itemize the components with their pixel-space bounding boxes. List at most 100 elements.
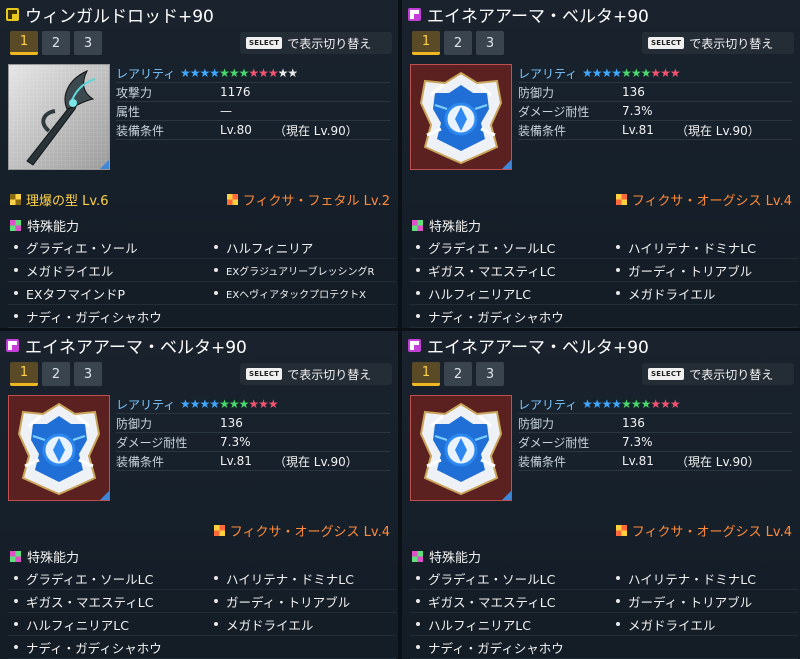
affix-line: フィクサ・オーグシス Lv.4 xyxy=(412,190,792,209)
tab-1[interactable]: 1 xyxy=(10,31,38,55)
tab-1[interactable]: 1 xyxy=(412,362,440,386)
display-toggle-hint[interactable]: SELECT で表示切り替え xyxy=(642,363,794,385)
tab-3[interactable]: 3 xyxy=(74,362,102,386)
bullet-icon xyxy=(14,314,18,318)
rarity-star-icon: ★ xyxy=(611,66,622,80)
stat-value: 7.3% xyxy=(220,435,251,449)
tab-2[interactable]: 2 xyxy=(444,31,472,55)
rarity-star-icon: ★ xyxy=(640,397,652,411)
ability-name: ハイリテナ・ドミナLC xyxy=(628,240,756,256)
bullet-icon xyxy=(214,245,218,249)
ability-item: ナディ・ガディシャホウ xyxy=(8,636,208,659)
ability-item: ギガス・マエスティLC xyxy=(8,590,208,613)
ability-item xyxy=(610,305,798,328)
stat-row: ダメージ耐性 7.3% xyxy=(518,433,792,452)
select-key-icon: SELECT xyxy=(648,37,685,49)
affix-icon xyxy=(615,194,627,205)
ability-list: グラディエ・ソール ハルフィニリア メガドライエル EXグラジュアリーブレッシングR E… xyxy=(8,236,396,328)
ability-item: ガーディ・トリアブル xyxy=(610,590,798,613)
ability-name: ガーディ・トリアブル xyxy=(226,594,351,610)
ability-item: ガーディ・トリアブル xyxy=(610,259,798,282)
rarity-star-icon: ★ xyxy=(582,66,593,80)
item-name: ウィンガルドロッド+90 xyxy=(25,6,214,27)
tab-2[interactable]: 2 xyxy=(42,362,70,386)
ability-item: EXグラジュアリーブレッシングR xyxy=(208,259,396,282)
current-level: （現在 Lv.90） xyxy=(675,454,760,469)
rarity-star-icon: ★ xyxy=(660,66,671,80)
page-tabs: 1 2 3 xyxy=(10,362,102,386)
rarity-star-icon: ★ xyxy=(650,66,661,80)
stat-row: 防御力 136 xyxy=(518,83,792,102)
rarity-stars: ★ ★ ★ ★ ★ ★ ★ ★ ★ ★ ★ ★ xyxy=(180,66,298,80)
ability-item xyxy=(208,305,396,328)
stat-value: 1176 xyxy=(220,85,251,99)
special-ability-icon xyxy=(412,551,423,562)
rarity-star-icon: ★ xyxy=(199,397,211,411)
affix-right: フィクサ・フェタル Lv.2 xyxy=(226,190,390,209)
item-name: エイネアアーマ・ベルタ+90 xyxy=(427,337,649,358)
rarity-star-icon: ★ xyxy=(258,397,269,411)
rarity-stars: ★ ★ ★ ★ ★ ★ ★ ★ ★ ★ xyxy=(582,66,681,80)
stat-row: 防御力 136 xyxy=(116,414,390,433)
select-key-icon: SELECT xyxy=(246,368,283,380)
tab-2[interactable]: 2 xyxy=(42,31,70,55)
rarity-row: レアリティ ★ ★ ★ ★ ★ ★ ★ ★ ★ ★ xyxy=(116,395,390,414)
rarity-star-icon: ★ xyxy=(591,66,603,80)
tab-3[interactable]: 3 xyxy=(476,31,504,55)
special-ability-icon xyxy=(10,220,21,231)
rarity-star-icon: ★ xyxy=(238,66,250,80)
display-toggle-hint[interactable]: SELECT で表示切り替え xyxy=(240,32,392,54)
stat-row: ダメージ耐性 7.3% xyxy=(116,433,390,452)
ability-item: メガドライエル xyxy=(610,282,798,305)
page-tabs: 1 2 3 xyxy=(412,31,504,55)
ability-item: ハルフィニリア xyxy=(208,236,396,259)
bullet-icon xyxy=(14,576,18,580)
special-ability-label: 特殊能力 xyxy=(429,220,482,235)
bullet-icon xyxy=(214,576,218,580)
stat-value: Lv.80 xyxy=(220,123,252,137)
armor-category-icon xyxy=(408,338,421,352)
tab-1[interactable]: 1 xyxy=(412,31,440,55)
tab-1[interactable]: 1 xyxy=(10,362,38,386)
bullet-icon xyxy=(14,291,18,295)
rarity-star-icon: ★ xyxy=(209,66,220,80)
bullet-icon xyxy=(416,268,420,272)
stat-value: Lv.81 xyxy=(622,454,654,468)
display-toggle-hint[interactable]: SELECT で表示切り替え xyxy=(642,32,794,54)
stat-row: 装備条件 Lv.81 （現在 Lv.90） xyxy=(518,121,792,140)
ability-name: ギガス・マエスティLC xyxy=(428,263,556,279)
bullet-icon xyxy=(214,268,218,272)
rarity-label: レアリティ xyxy=(116,397,176,412)
ability-item: ナディ・ガディシャホウ xyxy=(410,305,610,328)
display-toggle-hint[interactable]: SELECT で表示切り替え xyxy=(240,363,392,385)
display-toggle-label: で表示切り替え xyxy=(287,367,372,382)
rarity-star-icon: ★ xyxy=(640,66,652,80)
ability-name: EXタフマインドP xyxy=(26,286,125,302)
stat-row: 攻撃力 1176 xyxy=(116,83,390,102)
stat-label: 防御力 xyxy=(518,416,555,431)
rarity-star-icon: ★ xyxy=(277,66,289,80)
rarity-star-icon: ★ xyxy=(180,397,191,411)
stat-value: Lv.81 xyxy=(220,454,252,468)
tab-2[interactable]: 2 xyxy=(444,362,472,386)
item-title: ウィンガルドロッド+90 xyxy=(6,3,214,27)
bullet-icon xyxy=(616,622,620,626)
bullet-icon xyxy=(14,599,18,603)
rarity-star-icon: ★ xyxy=(669,66,681,80)
display-toggle-label: で表示切り替え xyxy=(689,367,774,382)
item-title: エイネアアーマ・ベルタ+90 xyxy=(6,334,247,358)
rarity-stars: ★ ★ ★ ★ ★ ★ ★ ★ ★ ★ xyxy=(582,397,681,411)
rarity-star-icon: ★ xyxy=(248,397,259,411)
tab-3[interactable]: 3 xyxy=(74,31,102,55)
stat-value: 7.3% xyxy=(622,435,653,449)
ability-name: ハルフィニリアLC xyxy=(428,617,531,633)
armor-image xyxy=(419,71,503,165)
rarity-star-icon: ★ xyxy=(180,66,191,80)
ability-item: ハルフィニリアLC xyxy=(410,282,610,305)
tab-3[interactable]: 3 xyxy=(476,362,504,386)
affix-icon xyxy=(10,194,21,205)
affix-line: フィクサ・オーグシス Lv.4 xyxy=(412,521,792,540)
ability-name: ギガス・マエスティLC xyxy=(26,594,154,610)
stat-label: 防御力 xyxy=(116,416,153,431)
rarity-row: レアリティ ★ ★ ★ ★ ★ ★ ★ ★ ★ ★ xyxy=(518,64,792,83)
